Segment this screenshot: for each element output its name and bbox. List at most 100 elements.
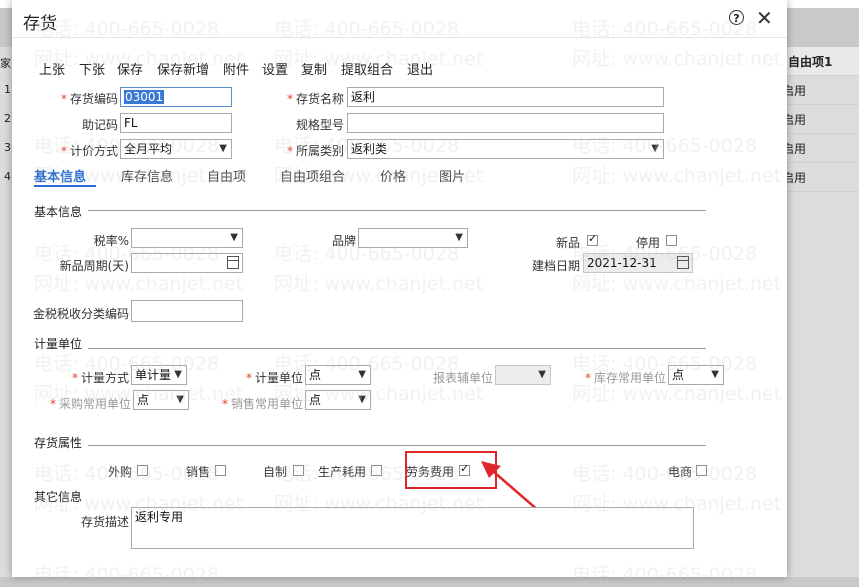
mnemonic-label: 助记码: [81, 118, 118, 132]
chevron-down-icon: ▼: [219, 143, 227, 154]
toolbar-prev-button[interactable]: 上张: [39, 59, 65, 78]
mnemonic-value: FL: [124, 116, 138, 130]
unit-method-select[interactable]: 单计量 ▼: [131, 365, 187, 385]
name-input[interactable]: 返利: [347, 87, 664, 107]
tab-basic-info[interactable]: 基本信息: [34, 166, 86, 185]
description-label: 存货描述: [80, 515, 129, 529]
dialog-title: 存货: [23, 14, 57, 34]
tax-class-code-label: 金税税收分类编码: [32, 307, 129, 321]
section-unit: 计量单位: [34, 335, 89, 352]
outsource-label: 外购: [107, 465, 132, 479]
sales-label: 销售: [185, 465, 210, 479]
chevron-down-icon: ▼: [174, 369, 182, 380]
section-properties: 存货属性: [34, 434, 89, 451]
chevron-down-icon: ▼: [455, 232, 463, 243]
calendar-icon[interactable]: [677, 256, 689, 269]
toolbar-exit-button[interactable]: 退出: [407, 59, 433, 78]
description-textarea[interactable]: 返利专用: [131, 507, 694, 549]
active-tab-indicator: [34, 185, 96, 187]
unit-select[interactable]: 点 ▼: [305, 365, 371, 385]
spec-input[interactable]: [347, 113, 664, 133]
tax-select[interactable]: ▼: [131, 228, 243, 248]
tab-free-item[interactable]: 自由项: [207, 166, 246, 185]
brand-select[interactable]: ▼: [358, 228, 468, 248]
section-other-info: 其它信息: [34, 488, 89, 505]
help-icon[interactable]: ?: [729, 10, 744, 25]
section-divider: [34, 445, 706, 446]
watermark-site: 网址: www.chanjet.net: [572, 165, 782, 187]
row-divider: [778, 162, 859, 163]
chevron-down-icon: ▼: [651, 143, 659, 154]
section-divider: [34, 348, 706, 349]
category-label: * 所属类别: [286, 144, 344, 158]
ecommerce-checkbox[interactable]: [696, 465, 707, 476]
new-cycle-input[interactable]: [131, 253, 243, 273]
calendar-icon[interactable]: [227, 256, 239, 269]
tax-class-code-input[interactable]: [131, 300, 243, 322]
new-product-label: 新品: [555, 236, 580, 250]
production-checkbox[interactable]: [371, 465, 382, 476]
code-label: * 存货编码: [60, 92, 118, 106]
tab-price[interactable]: 价格: [380, 166, 406, 185]
selfmade-label: 自制: [262, 465, 287, 479]
report-unit-label: 报表辅单位: [432, 371, 493, 385]
new-product-checkbox[interactable]: [587, 232, 598, 246]
pricing-select[interactable]: 全月平均 ▼: [120, 139, 232, 159]
chevron-down-icon: ▼: [358, 394, 366, 405]
create-date-input[interactable]: 2021-12-31: [583, 253, 693, 273]
bg-left-row: 1: [4, 83, 11, 96]
chevron-down-icon: ▼: [230, 232, 238, 243]
code-label-text: 存货编码: [69, 92, 118, 106]
purchase-unit-label: * 采购常用单位: [49, 397, 131, 411]
ecommerce-label: 电商: [667, 465, 692, 479]
watermark-site: 网址: www.chanjet.net: [572, 273, 782, 295]
description-value: 返利专用: [135, 510, 184, 524]
stock-unit-label-text: 库存常用单位: [593, 371, 666, 385]
stock-unit-value: 点: [672, 368, 685, 382]
sales-unit-value: 点: [309, 393, 322, 407]
sales-unit-label-text: 销售常用单位: [230, 397, 303, 411]
chevron-down-icon: ▼: [176, 394, 184, 405]
toolbar-save-button[interactable]: 保存: [117, 59, 143, 78]
spec-label: 规格型号: [295, 118, 344, 132]
pricing-value: 全月平均: [124, 142, 173, 156]
pricing-label-text: 计价方式: [69, 144, 118, 158]
bg-left-row: 3: [4, 141, 11, 154]
chevron-down-icon: ▼: [711, 369, 719, 380]
toolbar-settings-button[interactable]: 设置: [262, 59, 288, 78]
section-basic-info: 基本信息: [34, 203, 89, 220]
close-icon[interactable]: ✕: [756, 6, 773, 30]
tab-picture[interactable]: 图片: [439, 166, 465, 185]
purchase-unit-select[interactable]: 点 ▼: [133, 390, 189, 410]
tab-stock-info[interactable]: 库存信息: [121, 166, 173, 185]
toolbar-copy-button[interactable]: 复制: [301, 59, 327, 78]
new-cycle-label: 新品周期(天): [59, 259, 129, 273]
tab-free-item-combo[interactable]: 自由项组合: [280, 166, 345, 185]
row-divider: [778, 133, 859, 134]
bg-left-row: 2: [4, 112, 11, 125]
row-divider: [778, 191, 859, 192]
toolbar-extract-combo-button[interactable]: 提取组合: [341, 59, 393, 78]
bg-left-header: 家: [0, 57, 11, 70]
watermark-site: 网址: www.chanjet.net: [572, 48, 782, 70]
bg-left-row: 4: [4, 170, 11, 183]
sales-unit-select[interactable]: 点 ▼: [305, 390, 371, 410]
toolbar-attachment-button[interactable]: 附件: [223, 59, 249, 78]
outsource-checkbox[interactable]: [137, 465, 148, 476]
selfmade-checkbox[interactable]: [293, 465, 304, 476]
report-unit-select[interactable]: ▼: [495, 365, 551, 385]
production-label: 生产耗用: [317, 465, 366, 479]
category-select[interactable]: 返利类 ▼: [347, 139, 664, 159]
toolbar-next-button[interactable]: 下张: [79, 59, 105, 78]
name-label-text: 存货名称: [295, 92, 344, 106]
title-divider: [12, 37, 787, 38]
mnemonic-input[interactable]: FL: [120, 113, 232, 133]
toolbar-save-new-button[interactable]: 保存新增: [157, 59, 209, 78]
create-date-value: 2021-12-31: [587, 256, 657, 270]
stock-unit-select[interactable]: 点 ▼: [668, 365, 724, 385]
code-input[interactable]: 03001: [120, 87, 232, 107]
disable-checkbox[interactable]: [666, 235, 677, 246]
pricing-label: * 计价方式: [60, 144, 118, 158]
sales-checkbox[interactable]: [215, 465, 226, 476]
header-cell-free-item: 自由项1: [788, 55, 833, 69]
